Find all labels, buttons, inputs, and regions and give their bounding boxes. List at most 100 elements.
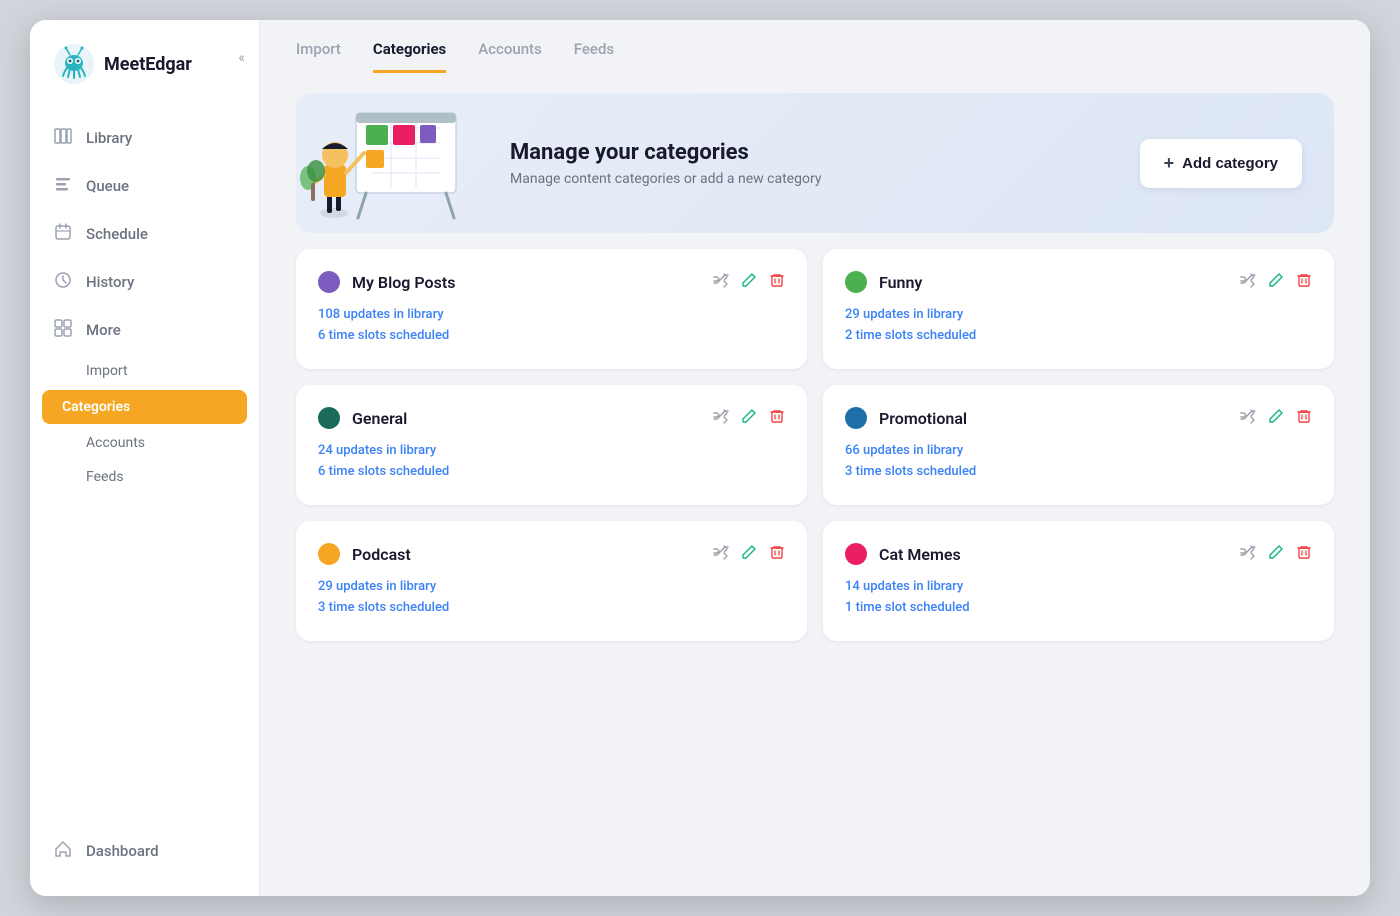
category-timeslots[interactable]: 6 time slots scheduled <box>318 464 785 479</box>
category-updates[interactable]: 108 updates in library <box>318 307 785 322</box>
sidebar-item-schedule[interactable]: Schedule <box>30 210 259 258</box>
sidebar-subitem-categories[interactable]: Categories <box>42 390 247 424</box>
category-updates[interactable]: 29 updates in library <box>318 579 785 594</box>
shuffle-icon[interactable] <box>1240 272 1256 292</box>
banner-text: Manage your categories Manage content ca… <box>486 116 1140 211</box>
card-actions <box>1240 544 1312 564</box>
delete-icon[interactable] <box>769 408 785 428</box>
add-category-button[interactable]: + Add category <box>1140 139 1302 188</box>
category-card-funny: Funny 29 updates in library 2 time slots… <box>823 249 1334 369</box>
card-actions <box>713 544 785 564</box>
sidebar-footer: Dashboard <box>30 814 259 896</box>
logo: MeetEdgar <box>30 20 259 104</box>
shuffle-icon[interactable] <box>1240 544 1256 564</box>
sidebar-subitem-accounts[interactable]: Accounts <box>30 426 259 460</box>
logo-text: MeetEdgar <box>104 54 192 75</box>
delete-icon[interactable] <box>1296 408 1312 428</box>
sidebar-item-queue[interactable]: Queue <box>30 162 259 210</box>
edit-icon[interactable] <box>1268 544 1284 564</box>
plus-icon: + <box>1164 153 1175 174</box>
card-title-row: Promotional <box>845 407 967 429</box>
schedule-icon <box>54 223 72 245</box>
category-color-dot <box>318 271 340 293</box>
delete-icon[interactable] <box>1296 272 1312 292</box>
category-card-podcast: Podcast 29 updates in library 3 time slo… <box>296 521 807 641</box>
category-timeslots[interactable]: 3 time slots scheduled <box>845 464 1312 479</box>
shuffle-icon[interactable] <box>713 272 729 292</box>
category-name: Podcast <box>352 545 411 564</box>
app-window: MeetEdgar « Library Queue Schedule <box>30 20 1370 896</box>
edit-icon[interactable] <box>741 544 757 564</box>
category-name: My Blog Posts <box>352 273 455 292</box>
sub-nav: Import Categories Accounts Feeds <box>30 354 259 494</box>
category-color-dot <box>318 407 340 429</box>
card-title-row: Funny <box>845 271 922 293</box>
category-card-promotional: Promotional 66 updates in library 3 time… <box>823 385 1334 505</box>
category-updates[interactable]: 24 updates in library <box>318 443 785 458</box>
shuffle-icon[interactable] <box>1240 408 1256 428</box>
sidebar-item-library[interactable]: Library <box>30 114 259 162</box>
tab-feeds[interactable]: Feeds <box>574 40 614 73</box>
sidebar-item-more[interactable]: More <box>30 306 259 354</box>
delete-icon[interactable] <box>769 544 785 564</box>
category-timeslots[interactable]: 2 time slots scheduled <box>845 328 1312 343</box>
category-card-my-blog-posts: My Blog Posts 108 updates in library 6 t… <box>296 249 807 369</box>
library-icon <box>54 127 72 149</box>
dashboard-icon <box>54 840 72 862</box>
card-header: Funny <box>845 271 1312 293</box>
banner-illustration <box>296 93 486 233</box>
banner-title: Manage your categories <box>510 140 1116 165</box>
sidebar-item-history[interactable]: History <box>30 258 259 306</box>
card-header: General <box>318 407 785 429</box>
sidebar-label-dashboard: Dashboard <box>86 842 159 860</box>
tab-categories[interactable]: Categories <box>373 40 446 73</box>
logo-icon <box>54 44 94 84</box>
illustration-svg <box>296 93 486 233</box>
category-timeslots[interactable]: 3 time slots scheduled <box>318 600 785 615</box>
category-updates[interactable]: 14 updates in library <box>845 579 1312 594</box>
category-updates[interactable]: 66 updates in library <box>845 443 1312 458</box>
tab-accounts[interactable]: Accounts <box>478 40 542 73</box>
category-timeslots[interactable]: 6 time slots scheduled <box>318 328 785 343</box>
category-color-dot <box>845 271 867 293</box>
shuffle-icon[interactable] <box>713 408 729 428</box>
edit-icon[interactable] <box>741 272 757 292</box>
sidebar-subitem-import[interactable]: Import <box>30 354 259 388</box>
edit-icon[interactable] <box>741 408 757 428</box>
category-card-general: General 24 updates in library 6 time slo… <box>296 385 807 505</box>
edit-icon[interactable] <box>1268 408 1284 428</box>
collapse-button[interactable]: « <box>238 50 245 66</box>
main-content: Import Categories Accounts Feeds <box>260 20 1370 896</box>
sidebar: MeetEdgar « Library Queue Schedule <box>30 20 260 896</box>
sidebar-label-queue: Queue <box>86 177 129 195</box>
category-updates[interactable]: 29 updates in library <box>845 307 1312 322</box>
shuffle-icon[interactable] <box>713 544 729 564</box>
card-header: My Blog Posts <box>318 271 785 293</box>
category-timeslots[interactable]: 1 time slot scheduled <box>845 600 1312 615</box>
top-tabs: Import Categories Accounts Feeds <box>260 20 1370 73</box>
categories-grid: My Blog Posts 108 updates in library 6 t… <box>260 249 1370 665</box>
banner-subtitle: Manage content categories or add a new c… <box>510 171 1116 187</box>
add-category-label: Add category <box>1182 155 1278 172</box>
card-actions <box>1240 272 1312 292</box>
sidebar-item-dashboard[interactable]: Dashboard <box>54 830 235 872</box>
sidebar-label-history: History <box>86 273 134 291</box>
card-header: Promotional <box>845 407 1312 429</box>
history-icon <box>54 271 72 293</box>
delete-icon[interactable] <box>769 272 785 292</box>
card-actions <box>713 408 785 428</box>
categories-banner: Manage your categories Manage content ca… <box>296 93 1334 233</box>
card-actions <box>713 272 785 292</box>
sidebar-subitem-feeds[interactable]: Feeds <box>30 460 259 494</box>
sidebar-label-more: More <box>86 321 121 339</box>
delete-icon[interactable] <box>1296 544 1312 564</box>
category-card-cat-memes: Cat Memes 14 updates in library 1 time s… <box>823 521 1334 641</box>
sidebar-label-schedule: Schedule <box>86 225 148 243</box>
category-name: General <box>352 409 407 428</box>
more-icon <box>54 319 72 341</box>
tab-import[interactable]: Import <box>296 40 341 73</box>
category-color-dot <box>845 543 867 565</box>
queue-icon <box>54 175 72 197</box>
card-title-row: General <box>318 407 407 429</box>
edit-icon[interactable] <box>1268 272 1284 292</box>
